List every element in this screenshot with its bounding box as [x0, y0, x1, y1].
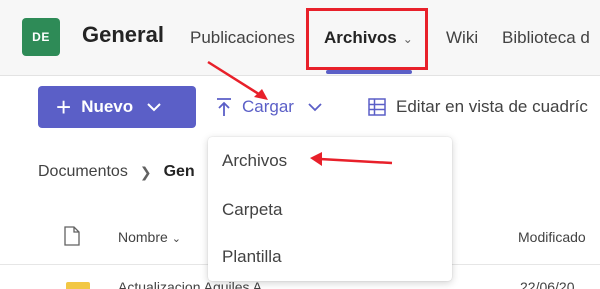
column-header-name-label: Nombre	[118, 229, 168, 245]
menu-item-template[interactable]: Plantilla	[222, 247, 282, 267]
tab-wiki[interactable]: Wiki	[446, 28, 478, 48]
upload-icon	[216, 97, 232, 117]
tab-label: Biblioteca d	[502, 28, 590, 47]
column-header-name[interactable]: Nombre ⌄	[118, 229, 181, 245]
edit-grid-view-button[interactable]: Editar en vista de cuadríc	[368, 92, 588, 122]
annotation-highlight-box	[306, 8, 428, 70]
new-button[interactable]: + Nuevo	[38, 86, 196, 128]
tab-label: Wiki	[446, 28, 479, 47]
breadcrumb-root[interactable]: Documentos	[38, 163, 128, 181]
tab-label: Publicaciones	[190, 28, 295, 47]
edit-grid-view-label: Editar en vista de cuadríc	[396, 97, 588, 116]
chevron-down-icon	[147, 102, 161, 112]
active-tab-indicator	[326, 70, 412, 74]
upload-dropdown-menu: Archivos Carpeta Plantilla	[208, 137, 452, 281]
channel-header: DE General Publicaciones Archivos ⌄ Wiki …	[0, 0, 600, 76]
table-row-modified: 22/06/20	[520, 279, 575, 289]
tab-biblioteca[interactable]: Biblioteca d	[502, 28, 590, 48]
folder-icon	[66, 282, 90, 289]
column-header-modified[interactable]: Modificado	[518, 229, 586, 245]
breadcrumb-current: Gen	[163, 163, 195, 180]
chevron-down-icon: ⌄	[171, 233, 182, 245]
team-avatar[interactable]: DE	[22, 18, 60, 56]
new-button-label: Nuevo	[81, 97, 134, 116]
upload-button[interactable]: Cargar	[216, 92, 322, 122]
menu-item-folder[interactable]: Carpeta	[222, 200, 282, 220]
tab-publicaciones[interactable]: Publicaciones	[190, 28, 295, 48]
upload-button-label: Cargar	[242, 97, 294, 116]
breadcrumb: Documentos ❯ Gen	[38, 163, 195, 181]
menu-item-files[interactable]: Archivos	[222, 151, 287, 171]
chevron-down-icon	[308, 102, 322, 112]
file-icon	[64, 226, 80, 246]
grid-icon	[368, 98, 386, 116]
chevron-right-icon: ❯	[139, 163, 152, 180]
plus-icon: +	[56, 92, 72, 122]
channel-title: General	[82, 22, 164, 47]
